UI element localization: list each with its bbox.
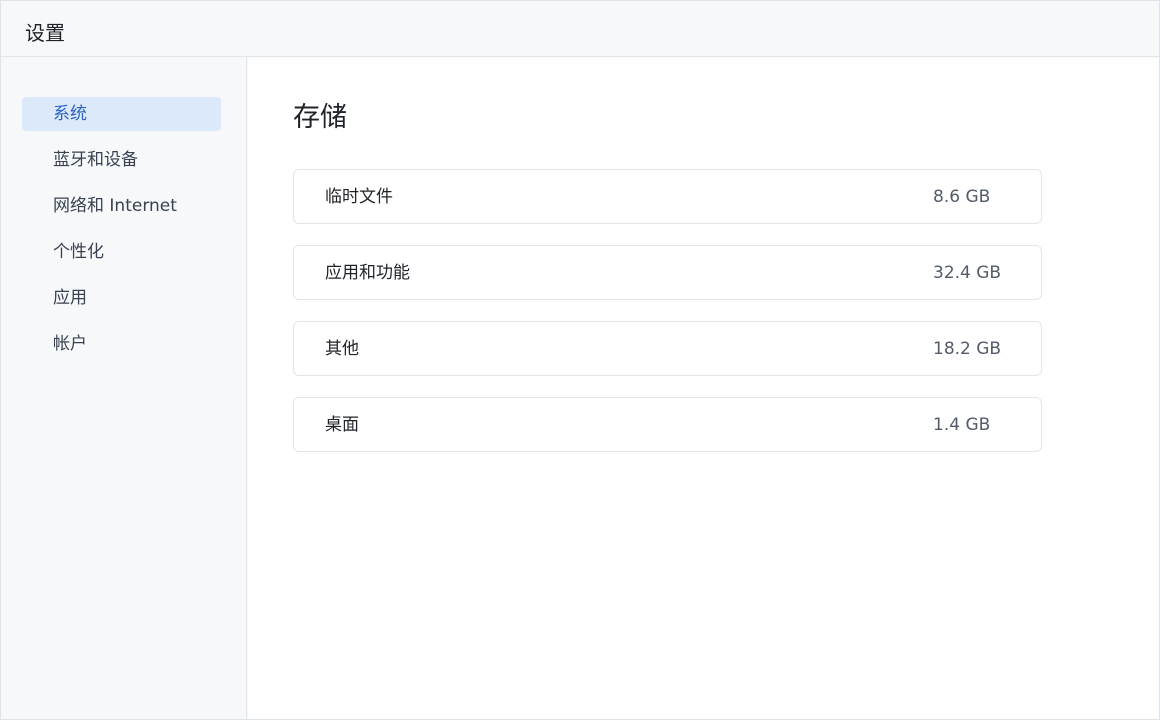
sidebar-item-system[interactable]: 系统: [22, 97, 221, 131]
sidebar-item-personalization[interactable]: 个性化: [22, 235, 221, 269]
storage-row-temporary-files[interactable]: 临时文件 8.6 GB: [293, 169, 1042, 224]
storage-size: 32.4 GB: [933, 263, 1002, 283]
storage-label: 桌面: [325, 415, 359, 435]
settings-sidebar: 系统 蓝牙和设备 网络和 Internet 个性化 应用 帐户: [1, 57, 247, 719]
storage-label: 临时文件: [325, 187, 393, 207]
title-bar: 设置: [1, 1, 1159, 57]
storage-size: 1.4 GB: [933, 415, 991, 435]
storage-label: 应用和功能: [325, 263, 410, 283]
storage-row-desktop[interactable]: 桌面 1.4 GB: [293, 397, 1042, 452]
sidebar-item-accounts[interactable]: 帐户: [22, 327, 221, 361]
storage-size: 18.2 GB: [933, 339, 1002, 359]
page-title: 存储: [293, 102, 347, 133]
sidebar-item-network-internet[interactable]: 网络和 Internet: [22, 189, 221, 223]
window-title: 设置: [25, 21, 65, 45]
settings-window: 设置 系统 蓝牙和设备 网络和 Internet 个性化 应用 帐户 存储 临时…: [0, 0, 1160, 720]
storage-row-other[interactable]: 其他 18.2 GB: [293, 321, 1042, 376]
sidebar-item-bluetooth-devices[interactable]: 蓝牙和设备: [22, 143, 221, 177]
storage-label: 其他: [325, 339, 359, 359]
storage-row-apps-features[interactable]: 应用和功能 32.4 GB: [293, 245, 1042, 300]
storage-page: 存储 临时文件 8.6 GB 应用和功能 32.4 GB 其他 18.2 GB …: [248, 58, 1159, 719]
sidebar-item-apps[interactable]: 应用: [22, 281, 221, 315]
storage-size: 8.6 GB: [933, 187, 991, 207]
